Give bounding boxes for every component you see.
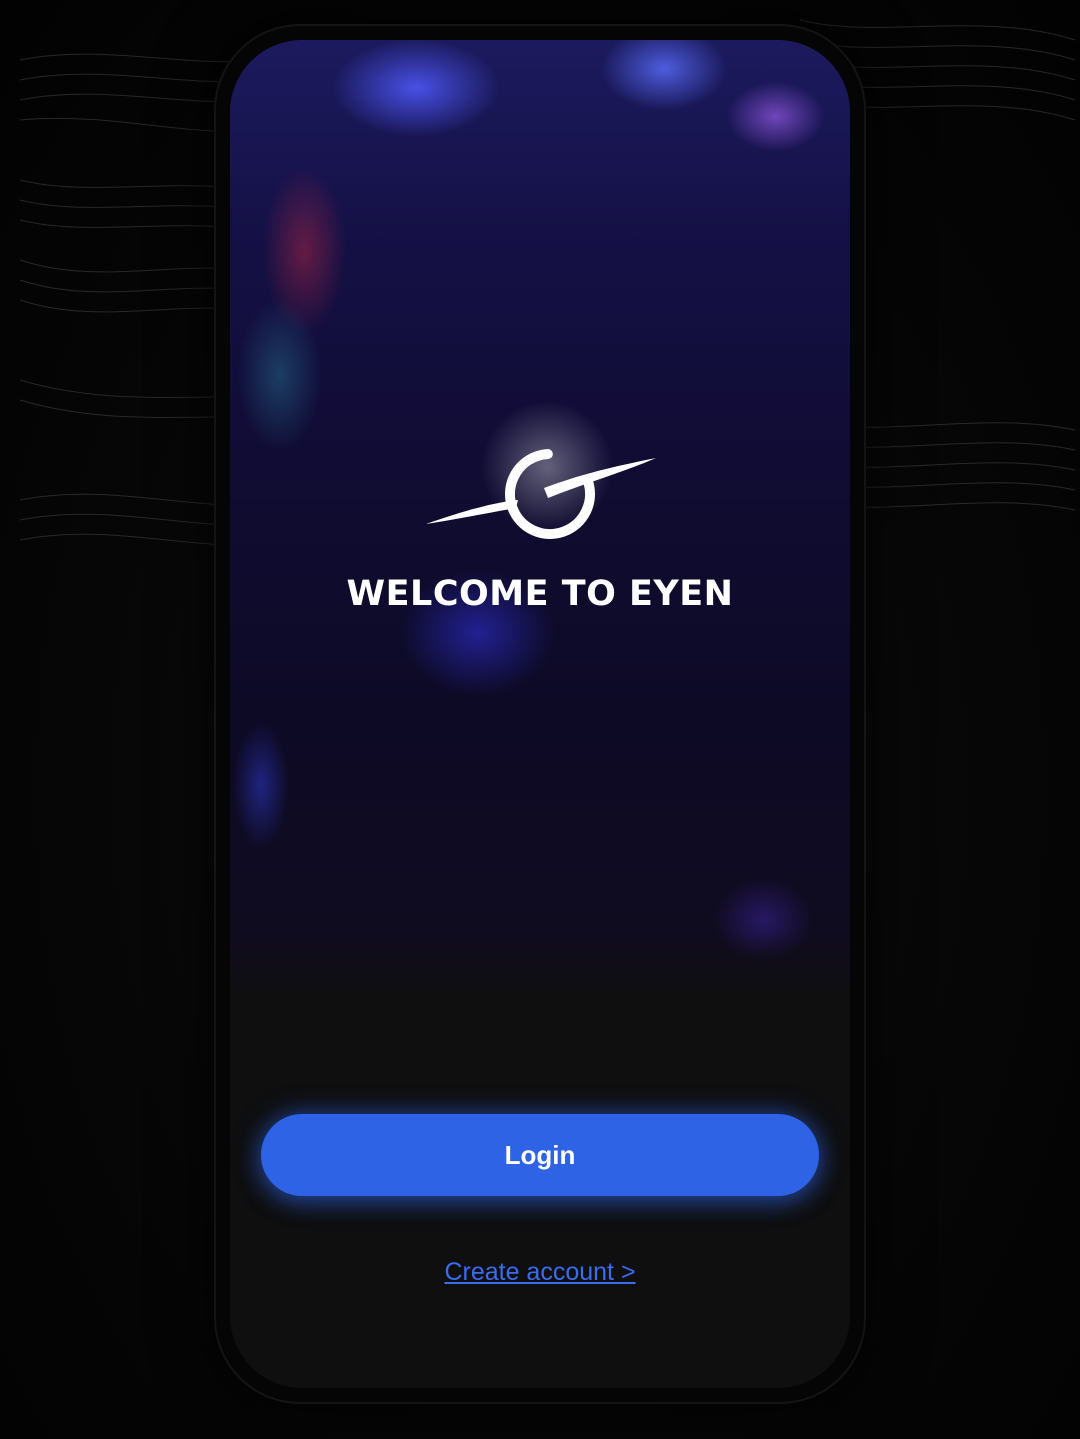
welcome-title: WELCOME TO EYEN (346, 574, 734, 614)
create-account-container: Create account > (230, 1258, 850, 1287)
eyen-orbit-logo-icon (426, 449, 656, 539)
logo (426, 402, 666, 542)
stage: WELCOME TO EYEN Login Create account > (0, 0, 1080, 1439)
login-button[interactable]: Login (261, 1114, 819, 1196)
phone-frame: WELCOME TO EYEN Login Create account > (214, 24, 866, 1404)
create-account-link[interactable]: Create account > (444, 1258, 635, 1286)
phone-screen: WELCOME TO EYEN Login Create account > (230, 40, 850, 1388)
